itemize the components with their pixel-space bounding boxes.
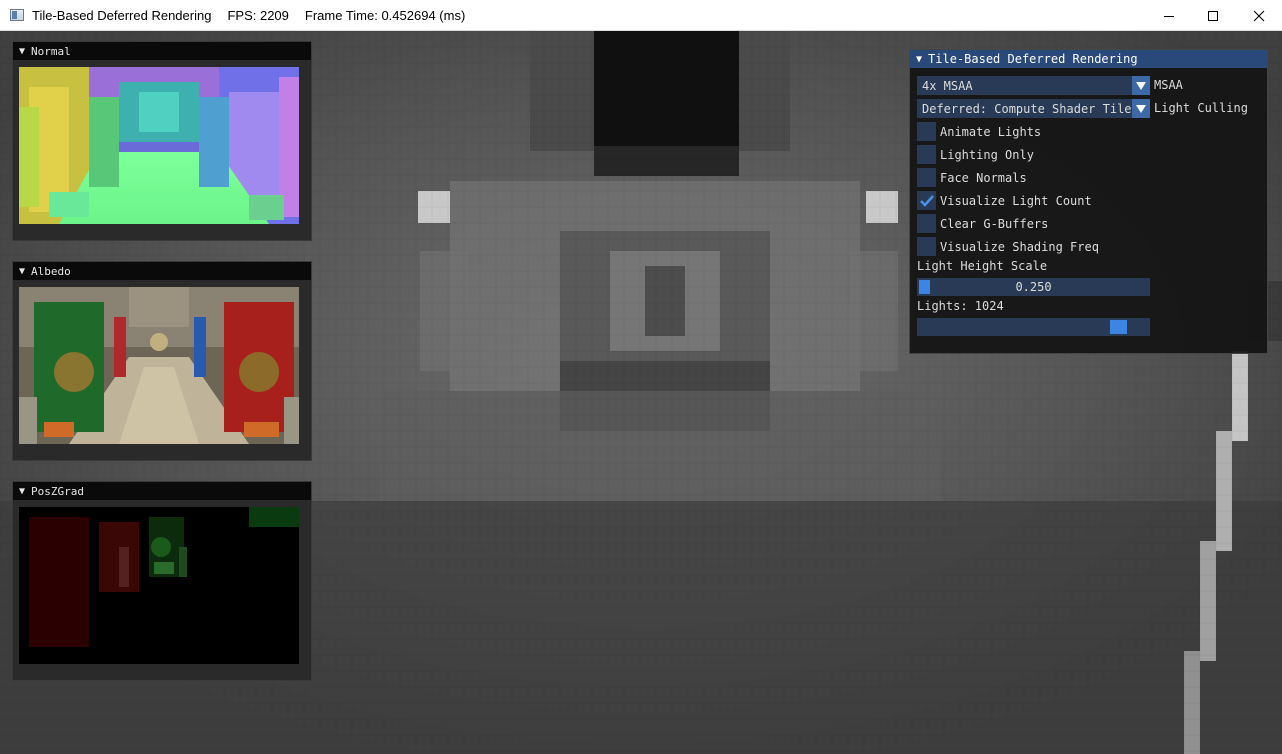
checkbox-box[interactable] [917,122,936,141]
checkbox-label: Visualize Shading Freq [940,239,1099,254]
light-culling-combo[interactable]: Deferred: Compute Shader Tile [917,99,1150,118]
checkbox-animate-lights[interactable]: Animate Lights [917,122,1041,141]
checkbox-label: Clear G-Buffers [940,216,1049,231]
slider-value: 0.250 [1015,280,1052,294]
checkbox-label: Animate Lights [940,124,1042,139]
gbuffer-title: PosZGrad [31,484,85,498]
checkbox-visualize-light-count[interactable]: Visualize Light Count [917,191,1092,210]
checkbox-label: Visualize Light Count [940,193,1092,208]
panel-title: Tile-Based Deferred Rendering [928,52,1138,66]
lights-label: Lights: 1024 [917,299,1004,313]
checkbox-label: Face Normals [940,170,1027,185]
close-icon [1253,10,1265,21]
msaa-combo-value: 4x MSAA [922,78,973,93]
checkbox-visualize-shading-freq[interactable]: Visualize Shading Freq [917,237,1099,256]
close-button[interactable] [1236,0,1282,31]
msaa-label: MSAA [1154,78,1183,92]
fps-readout: FPS: 2209 [227,7,289,23]
checkbox-box[interactable] [917,168,936,187]
maximize-icon [1208,10,1218,21]
gbuffer-window-poszgrad[interactable]: ▼ PosZGrad [12,481,312,681]
light-culling-combo-value: Deferred: Compute Shader Tile [922,101,1132,116]
gbuffer-window-albedo[interactable]: ▼ Albedo [12,261,312,461]
app-icon [10,9,24,21]
checkbox-box[interactable] [917,214,936,233]
panel-title-bar[interactable]: ▼ Tile-Based Deferred Rendering [910,50,1267,68]
checkbox-face-normals[interactable]: Face Normals [917,168,1027,187]
gbuffer-title-bar[interactable]: ▼ Albedo [13,262,311,280]
settings-panel[interactable]: ▼ Tile-Based Deferred Rendering 4x MSAA … [909,49,1268,354]
checkbox-box[interactable] [917,191,936,210]
gbuffer-title-bar[interactable]: ▼ Normal [13,42,311,60]
slider-grab[interactable] [1109,320,1127,334]
normal-buffer-image [19,67,299,224]
checkbox-label: Lighting Only [940,147,1034,162]
albedo-buffer-image [19,287,299,444]
checkbox-box[interactable] [917,145,936,164]
checkmark-icon [919,194,934,207]
app-title: Tile-Based Deferred Rendering [32,7,212,23]
minimize-button[interactable] [1146,0,1192,31]
chevron-down-icon[interactable] [1132,99,1150,118]
poszgrad-buffer-image [19,507,299,664]
collapse-icon[interactable]: ▼ [916,54,922,65]
checkbox-clear-gbuffers[interactable]: Clear G-Buffers [917,214,1048,233]
maximize-button[interactable] [1190,0,1236,31]
gbuffer-window-normal[interactable]: ▼ Normal [12,41,312,241]
window-titlebar: Tile-Based Deferred Rendering FPS: 2209 … [0,0,1282,31]
gbuffer-title: Normal [31,44,71,58]
minimize-icon [1164,15,1174,17]
collapse-icon[interactable]: ▼ [19,486,25,497]
lights-slider[interactable] [917,318,1150,336]
collapse-icon[interactable]: ▼ [19,266,25,277]
collapse-icon[interactable]: ▼ [19,46,25,57]
msaa-combo[interactable]: 4x MSAA [917,76,1150,95]
frame-time-readout: Frame Time: 0.452694 (ms) [304,7,466,23]
light-height-scale-label: Light Height Scale [917,259,1048,273]
checkbox-lighting-only[interactable]: Lighting Only [917,145,1034,164]
chevron-down-icon[interactable] [1132,76,1150,95]
gbuffer-title-bar[interactable]: ▼ PosZGrad [13,482,311,500]
light-height-scale-slider[interactable]: 0.250 [917,278,1150,296]
checkbox-box[interactable] [917,237,936,256]
gbuffer-title: Albedo [31,264,71,278]
light-culling-label: Light Culling [1154,101,1248,115]
